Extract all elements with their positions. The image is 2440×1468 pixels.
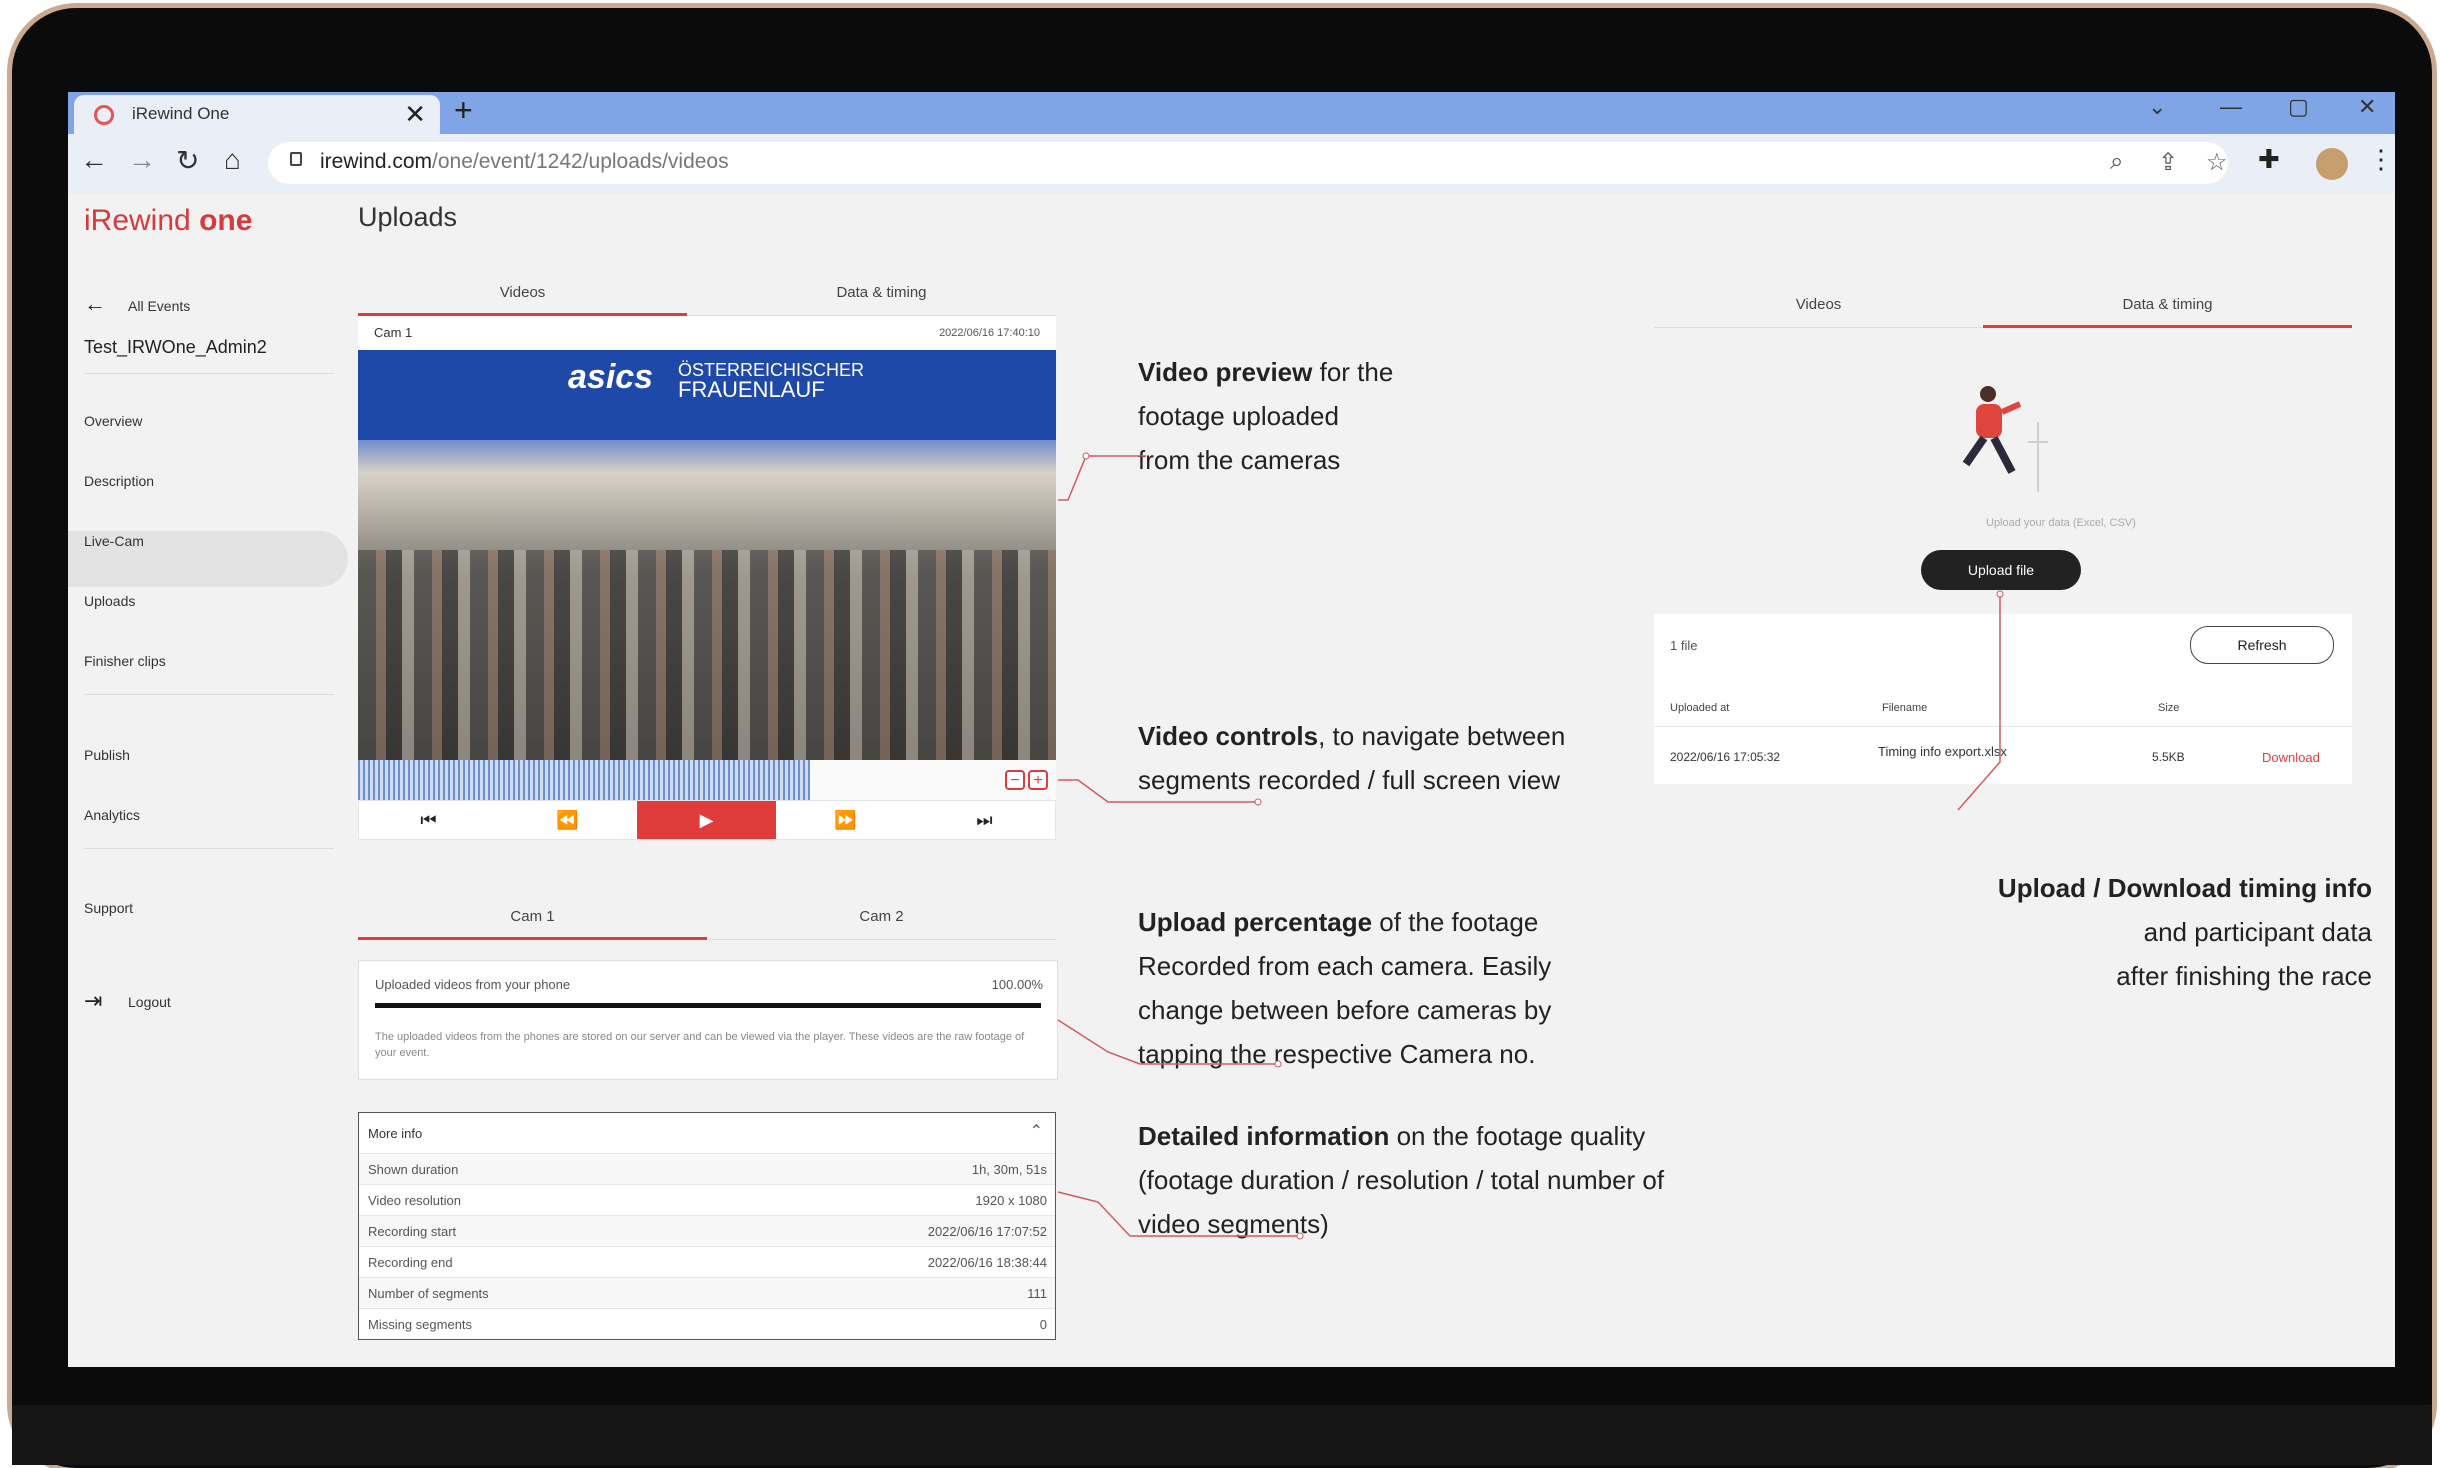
callout-line-controls	[1058, 779, 1258, 803]
screen: iRewind One ✕ + ⌄ — ▢ ✕ ← → ↻ ⌂ irewind.…	[68, 92, 2395, 1367]
callout-dot	[1996, 590, 2004, 598]
callout-dot	[1254, 798, 1262, 806]
callout-dot	[1296, 1232, 1304, 1240]
callout-dot	[1274, 1060, 1282, 1068]
callout-lines	[1057, 452, 2004, 1240]
callout-line-preview	[1058, 455, 1146, 501]
callout-line-details	[1057, 1191, 1300, 1237]
callout-line-timing	[1957, 594, 2001, 811]
device-bezel-bottom	[12, 1405, 2432, 1465]
callout-dot	[1082, 452, 1090, 460]
callout-line-upload	[1057, 1019, 1278, 1065]
